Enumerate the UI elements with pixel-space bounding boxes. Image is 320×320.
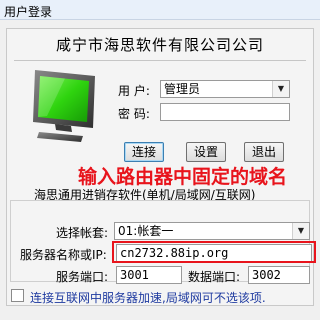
server-port-field[interactable]: 3001 — [116, 266, 182, 284]
account-label: 选择帐套: — [56, 226, 109, 240]
window-title: 用户登录 — [4, 5, 53, 19]
account-select-value: 01:帐套一 — [118, 224, 174, 238]
password-field[interactable] — [160, 103, 290, 121]
divider — [14, 60, 306, 61]
exit-button[interactable]: 退出 — [244, 142, 284, 162]
user-select[interactable]: 管理员 ▼ — [160, 80, 290, 98]
annotation-text: 输入路由器中固定的域名 — [78, 166, 288, 188]
chevron-down-icon[interactable]: ▼ — [272, 81, 289, 97]
server-highlight — [112, 241, 316, 263]
password-label: 密 码: — [118, 107, 150, 121]
title-bar[interactable]: 用户登录 — [0, 0, 320, 20]
user-label: 用 户: — [118, 84, 150, 98]
user-select-value: 管理员 — [164, 82, 201, 96]
accelerate-label[interactable]: 连接互联网中服务器加速,局域网可不选该项. — [30, 289, 266, 306]
chevron-down-icon[interactable]: ▼ — [292, 223, 309, 239]
company-name: 咸宁市海思软件有限公司公司 — [55, 36, 264, 54]
computer-monitor-icon — [33, 70, 95, 142]
server-label: 服务器名称或IP: — [20, 248, 107, 262]
db-port-field[interactable]: 3002 — [248, 266, 310, 284]
settings-button[interactable]: 设置 — [186, 142, 226, 162]
connect-button[interactable]: 连接 — [124, 142, 164, 162]
login-window: 用户登录 咸宁市海思软件有限公司公司 用 户: 管理员 ▼ 密 码: 连接 设置… — [0, 0, 320, 320]
db-port-label: 数据端口: — [188, 270, 241, 284]
server-port-label: 服务端口: — [56, 270, 109, 284]
accelerate-checkbox[interactable] — [11, 289, 24, 302]
account-select[interactable]: 01:帐套一 ▼ — [114, 222, 310, 240]
